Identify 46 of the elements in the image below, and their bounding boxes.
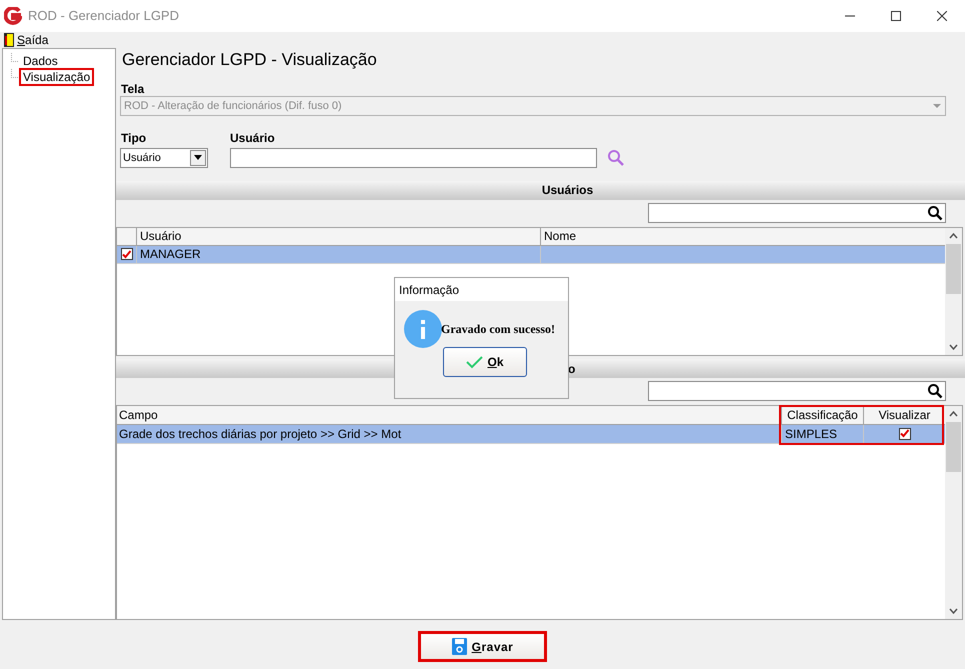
- scrollbar-thumb[interactable]: [946, 244, 961, 294]
- search-field[interactable]: [648, 202, 946, 223]
- page-heading: Gerenciador LGPD - Visualização: [122, 49, 378, 71]
- column-header[interactable]: Visualizar: [864, 406, 945, 424]
- tree-line-icon: [11, 69, 19, 78]
- window-title: ROD - Gerenciador LGPD: [28, 7, 179, 26]
- dropdown-arrow-icon: [933, 104, 941, 108]
- tree-line-icon: [11, 53, 19, 62]
- dialog-message: Gravado com sucesso!: [441, 321, 555, 338]
- field-label: Tela: [121, 82, 146, 96]
- tree-item[interactable]: Dados: [19, 52, 62, 70]
- ok-button[interactable]: Ok: [443, 347, 527, 377]
- menu-item[interactable]: Saída: [4, 33, 48, 47]
- field-label: Tipo: [121, 130, 148, 145]
- door-icon: [4, 33, 14, 47]
- section-header: Usuários: [116, 180, 965, 200]
- checkbox[interactable]: [120, 248, 132, 260]
- search-field[interactable]: [648, 381, 946, 401]
- save-button[interactable]: Gravar: [418, 631, 547, 662]
- type-dropdown[interactable]: Usuário: [120, 148, 208, 168]
- table-cell: Grade dos trechos diárias por projeto >> Grid >> Mot: [119, 426, 402, 441]
- dropdown-arrow-icon: [194, 155, 202, 160]
- field-label: Usuário: [230, 130, 276, 145]
- info-icon: [404, 310, 442, 348]
- table-cell: MANAGER: [140, 246, 201, 261]
- logo-icon: [4, 7, 22, 25]
- table-row[interactable]: MANAGER: [117, 246, 945, 264]
- column-header[interactable]: Classificação: [782, 406, 864, 424]
- checkbox[interactable]: [898, 428, 910, 440]
- search-icon: [927, 383, 943, 399]
- scrollbar-thumb[interactable]: [946, 422, 961, 472]
- scrollbar[interactable]: [945, 228, 962, 356]
- column-header[interactable]: Campo: [117, 406, 782, 424]
- user-input-field[interactable]: [230, 148, 597, 168]
- tree-item[interactable]: Visualização: [19, 68, 94, 86]
- maximize-icon: [891, 11, 901, 21]
- close-icon: [937, 11, 947, 21]
- scrollbar[interactable]: [945, 406, 962, 619]
- check-icon: [466, 356, 484, 368]
- column-header[interactable]: Nome: [541, 228, 945, 245]
- column-header[interactable]: Usuário: [137, 228, 541, 245]
- table-cell: SIMPLES: [785, 426, 838, 441]
- dialog-title: Informação: [399, 282, 460, 298]
- table-row[interactable]: Grade dos trechos diárias por projeto >> Grid >> Mot SIMPLES: [117, 424, 945, 444]
- search-icon: [927, 204, 943, 221]
- search-icon: [607, 148, 625, 167]
